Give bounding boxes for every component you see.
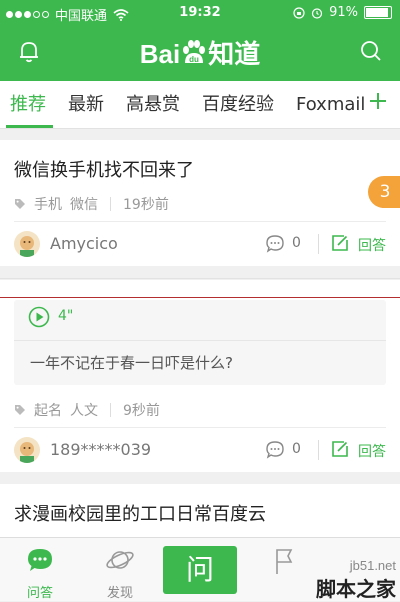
meta-divider	[110, 197, 111, 211]
tab-high-reward[interactable]: 高悬赏	[126, 81, 180, 128]
question-footer: Amycico 0 回答	[0, 222, 400, 268]
question-card[interactable]: 微信换手机找不回来了 手机 微信 19秒前 Amycico 0 回答	[0, 140, 400, 266]
answer-edit-icon[interactable]	[330, 233, 350, 253]
answer-edit-icon[interactable]	[330, 439, 350, 459]
question-time: 19秒前	[123, 197, 169, 213]
tag-icon	[15, 405, 25, 415]
svg-text:du: du	[189, 55, 199, 64]
username[interactable]: Amycico	[50, 234, 118, 253]
voice-question-box[interactable]: 4" 一年不记在于春一日吓是什么?	[14, 300, 386, 385]
separator-line	[0, 297, 400, 298]
section-divider	[0, 278, 400, 279]
tag-icon	[15, 199, 25, 209]
comment-count: 0	[292, 441, 301, 457]
tab-recommend[interactable]: 推荐	[10, 81, 46, 128]
tabbar-item-qa[interactable]: 问答	[10, 538, 70, 601]
question-footer: 189*****039 0 回答	[0, 428, 400, 474]
status-bar: 中国联通 19:32 91%	[0, 0, 400, 26]
tag[interactable]: 起名	[34, 400, 62, 420]
tab-latest[interactable]: 最新	[68, 81, 104, 128]
avatar[interactable]	[14, 231, 40, 257]
voice-divider	[14, 340, 386, 341]
comment-icon[interactable]	[265, 234, 285, 254]
category-tabs: 推荐 最新 高悬赏 百度经验 Foxmail	[0, 81, 400, 129]
search-icon[interactable]	[360, 40, 382, 62]
question-meta: 起名 人文 9秒前	[14, 400, 160, 420]
voice-duration: 4"	[58, 308, 74, 324]
watermark-url: jb51.net	[349, 558, 396, 573]
question-title[interactable]: 求漫画校园里的工口日常百度云	[14, 500, 266, 526]
paw-logo-icon: du	[180, 39, 208, 74]
add-tab-icon[interactable]	[368, 91, 388, 111]
tag[interactable]: 人文	[70, 400, 98, 420]
play-icon[interactable]	[28, 306, 50, 328]
baidu-zhidao-logo: Bai du 知道	[0, 34, 400, 74]
ask-question-button[interactable]: 问	[163, 546, 237, 594]
tabbar-label: 发现	[106, 586, 133, 601]
comment-count: 0	[292, 235, 301, 251]
answer-button[interactable]: 回答	[358, 441, 386, 461]
question-title[interactable]: 一年不记在于春一日吓是什么?	[30, 352, 233, 373]
app-header: Bai du 知道	[0, 26, 400, 81]
battery-icon	[364, 6, 392, 19]
unread-badge[interactable]: 3	[368, 176, 400, 208]
tag[interactable]: 微信	[70, 194, 98, 214]
orientation-lock-icon	[293, 6, 305, 19]
alarm-icon	[311, 7, 323, 19]
chat-bubble-icon	[28, 549, 52, 571]
question-time: 9秒前	[123, 403, 160, 419]
tab-baidu-experience[interactable]: 百度经验	[202, 81, 274, 128]
planet-icon	[106, 551, 134, 569]
watermark-name: 脚本之家	[316, 577, 396, 601]
meta-divider	[110, 403, 111, 417]
battery-percent: 91%	[329, 5, 358, 20]
tab-foxmail[interactable]: Foxmail	[296, 81, 365, 128]
tabbar-item-partial[interactable]	[255, 538, 315, 580]
watermark: jb51.net 脚本之家	[316, 558, 396, 602]
question-card[interactable]: 求漫画校园里的工口日常百度云	[0, 484, 400, 537]
avatar[interactable]	[14, 437, 40, 463]
footer-divider	[318, 234, 319, 254]
tag[interactable]: 手机	[34, 194, 62, 214]
footer-divider	[318, 440, 319, 460]
username[interactable]: 189*****039	[50, 440, 151, 459]
comment-icon[interactable]	[265, 440, 285, 460]
tabbar-item-discover[interactable]: 发现	[90, 538, 150, 601]
tabbar-label: 问答	[26, 586, 53, 601]
status-right: 91%	[293, 5, 392, 20]
answer-button[interactable]: 回答	[358, 235, 386, 255]
question-meta: 手机 微信 19秒前	[14, 194, 169, 214]
active-tab-indicator	[6, 125, 53, 128]
question-title[interactable]: 微信换手机找不回来了	[14, 156, 194, 182]
flag-icon	[276, 549, 293, 574]
